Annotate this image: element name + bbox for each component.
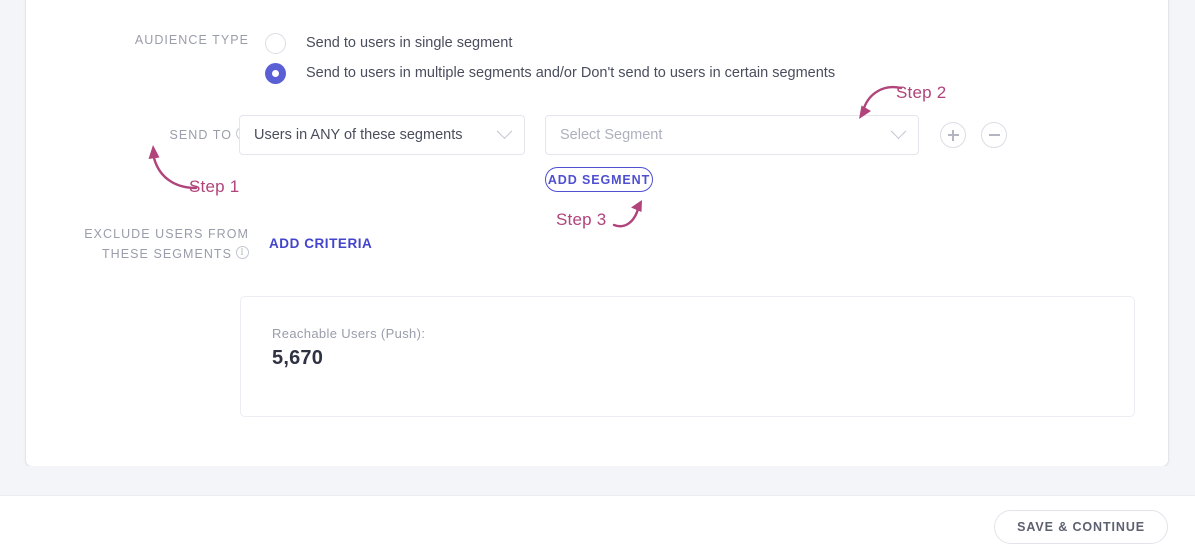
radio-option-multiple-segments[interactable]: Send to users in multiple segments and/o… — [265, 58, 835, 88]
add-segment-row-button[interactable] — [940, 122, 966, 148]
step-2-label: Step 2 — [896, 83, 947, 102]
chevron-down-icon — [496, 122, 513, 139]
reachable-users-value: 5,670 — [272, 347, 324, 369]
reachable-users-label: Reachable Users (Push): — [272, 326, 426, 341]
exclude-users-info-icon[interactable] — [236, 246, 249, 259]
radio-multiple-segments-icon[interactable] — [265, 62, 286, 84]
radio-option-multiple-segments-label: Send to users in multiple segments and/o… — [306, 65, 836, 81]
segment-match-select-value: Users in ANY of these segments — [254, 127, 463, 143]
audience-type-radio-group: Send to users in single segment Send to … — [265, 28, 835, 88]
add-criteria-button[interactable]: ADD CRITERIA — [269, 236, 372, 251]
audience-type-label: AUDIENCE TYPE — [134, 33, 249, 47]
page-gap-band — [0, 466, 1195, 495]
segment-select[interactable]: Select Segment — [545, 115, 919, 155]
exclude-users-label-line1: EXCLUDE USERS FROM — [84, 227, 249, 241]
exclude-users-label: EXCLUDE USERS FROM THESE SEGMENTS — [46, 224, 249, 264]
page-footer: SAVE & CONTINUE — [0, 495, 1195, 557]
radio-single-segment-icon[interactable] — [265, 32, 286, 54]
audience-settings-card: AUDIENCE TYPE Send to users in single se… — [26, 0, 1168, 466]
radio-option-single-segment[interactable]: Send to users in single segment — [265, 28, 835, 58]
send-to-label: SEND TO — [66, 125, 249, 145]
radio-option-single-segment-label: Send to users in single segment — [306, 35, 513, 51]
segment-select-placeholder: Select Segment — [560, 127, 663, 143]
chevron-down-icon — [890, 122, 907, 139]
add-segment-button[interactable]: ADD SEGMENT — [545, 167, 653, 192]
reachable-users-panel: Reachable Users (Push): 5,670 — [240, 296, 1135, 417]
send-to-label-text: SEND TO — [169, 128, 232, 142]
save-and-continue-button[interactable]: SAVE & CONTINUE — [994, 510, 1168, 544]
step-3-label: Step 3 — [556, 210, 607, 229]
step-1-label: Step 1 — [189, 177, 240, 196]
segment-match-select[interactable]: Users in ANY of these segments — [239, 115, 525, 155]
exclude-users-label-line2: THESE SEGMENTS — [46, 244, 249, 264]
remove-segment-row-button[interactable] — [981, 122, 1007, 148]
